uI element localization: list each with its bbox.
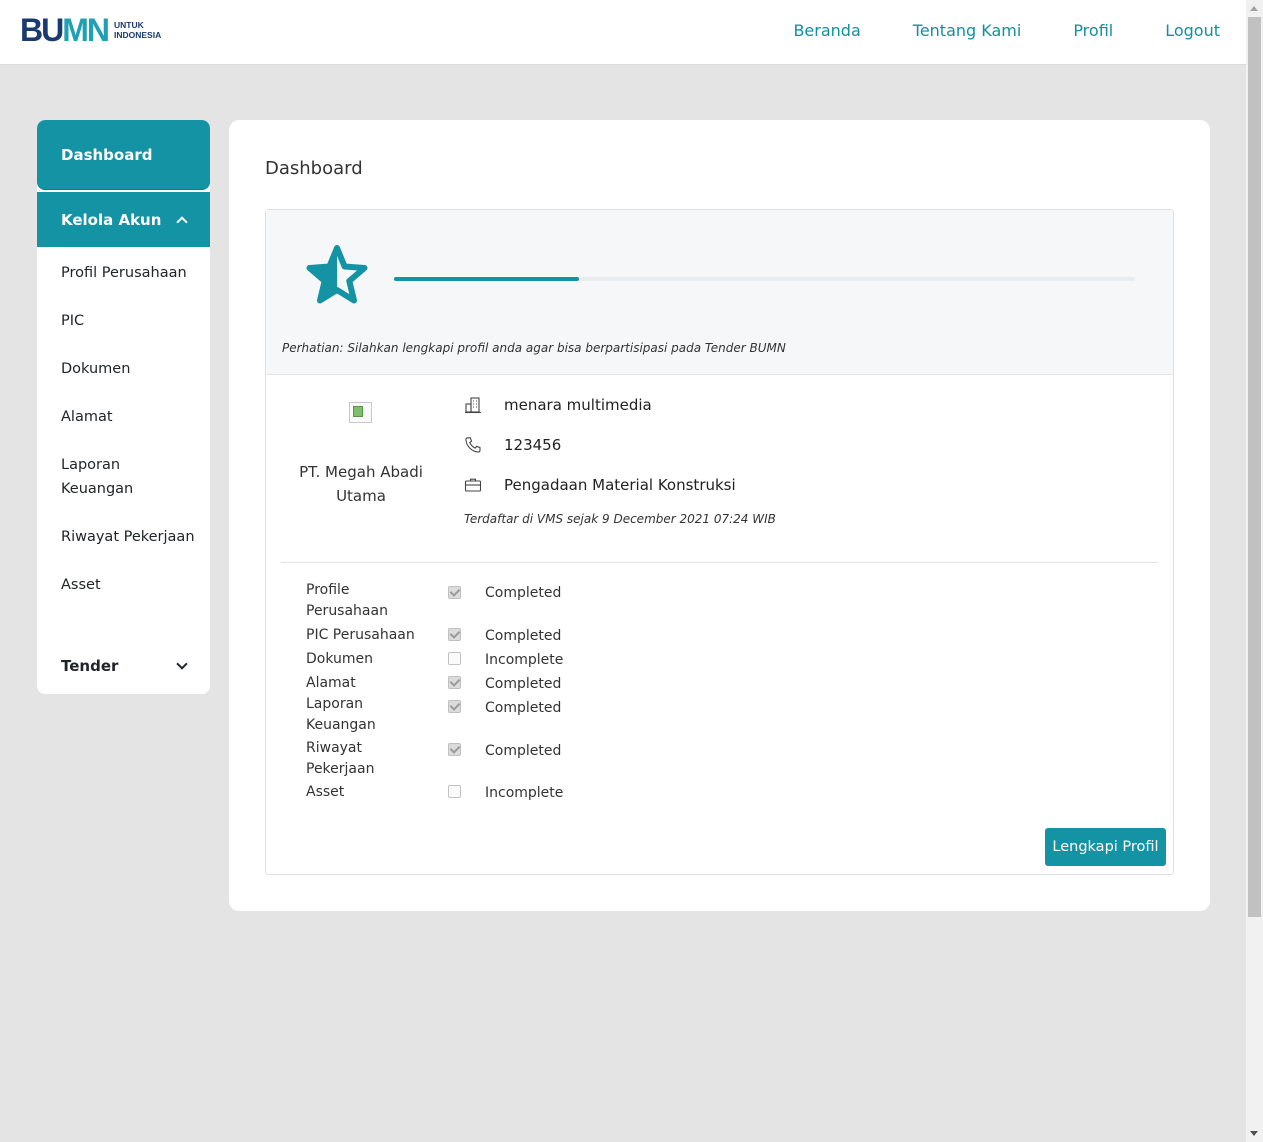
sidebar-item-riwayat-pekerjaan[interactable]: Riwayat Pekerjaan: [37, 525, 210, 549]
chevron-up-icon: [176, 215, 188, 228]
sidebar-item-tender[interactable]: Tender: [37, 648, 210, 684]
status-label-pic: PIC Perusahaan: [306, 627, 415, 643]
registration-note: Terdaftar di VMS sejak 9 December 2021 0…: [464, 512, 776, 526]
scrollbar-thumb[interactable]: [1248, 17, 1261, 917]
main-nav: Beranda Tentang Kami Profil Logout: [741, 21, 1220, 41]
nav-tentang-kami[interactable]: Tentang Kami: [913, 21, 1022, 41]
sidebar-submenu: Profil Perusahaan PIC Dokumen Alamat Lap…: [37, 247, 210, 597]
status-label-laporan: Laporan Keuangan: [306, 696, 376, 733]
profile-notice: Perhatian: Silahkan lengkapi profil anda…: [282, 341, 786, 355]
company-name: PT. Megah Abadi Utama: [299, 463, 423, 505]
logo-letters-mn: MN: [62, 12, 110, 48]
status-checkbox-alamat: [448, 676, 461, 689]
profile-progress-section: Perhatian: Silahkan lengkapi profil anda…: [266, 210, 1173, 375]
status-label-alamat: Alamat: [306, 675, 356, 691]
logo-line-2: INDONESIA: [113, 30, 162, 40]
sidebar-tender-label: Tender: [61, 657, 119, 675]
phone-icon: [465, 437, 481, 453]
lengkapi-profil-button[interactable]: Lengkapi Profil: [1045, 828, 1166, 866]
status-value-profile: Completed: [485, 585, 562, 601]
nav-beranda[interactable]: Beranda: [793, 21, 860, 41]
logo-line-1: UNTUK: [113, 20, 144, 30]
info-phone: 123456: [464, 436, 561, 454]
scroll-up-icon[interactable]: [1250, 6, 1258, 11]
status-checkbox-pic: [448, 628, 461, 641]
status-value-pic: Completed: [485, 628, 562, 644]
page-title: Dashboard: [265, 158, 363, 179]
status-checkbox-dokumen: [448, 652, 461, 665]
sidebar-item-asset[interactable]: Asset: [37, 573, 210, 597]
status-checkbox-laporan: [448, 700, 461, 713]
status-value-dokumen: Incomplete: [485, 652, 564, 668]
page-scrollbar[interactable]: [1246, 0, 1263, 1142]
company-category: Pengadaan Material Konstruksi: [504, 476, 736, 494]
top-navbar: B U MN UNTUK INDONESIA Beranda Tentang Kam…: [0, 0, 1246, 65]
company-logo-image: [349, 402, 372, 423]
status-value-asset: Incomplete: [485, 785, 564, 801]
status-value-laporan: Completed: [485, 700, 562, 716]
sidebar-item-laporan-keuangan[interactable]: Laporan Keuangan: [37, 453, 210, 501]
bumn-logo[interactable]: B U MN UNTUK INDONESIA: [20, 12, 161, 48]
status-label-dokumen: Dokumen: [306, 651, 374, 667]
star-icon: [306, 245, 368, 304]
divider: [281, 562, 1158, 563]
company-phone: 123456: [504, 436, 562, 454]
chevron-down-icon: [176, 658, 188, 670]
sidebar-item-profil-perusahaan[interactable]: Profil Perusahaan: [37, 261, 210, 285]
status-checkbox-riwayat: [448, 743, 461, 756]
status-value-alamat: Completed: [485, 676, 562, 692]
scroll-down-icon[interactable]: [1250, 1131, 1258, 1136]
info-category: Pengadaan Material Konstruksi: [464, 476, 736, 494]
nav-profil[interactable]: Profil: [1073, 21, 1113, 41]
sidebar-item-pic[interactable]: PIC: [37, 309, 210, 333]
status-value-riwayat: Completed: [485, 743, 562, 759]
logo-text: UNTUK INDONESIA: [114, 20, 161, 40]
profile-progress-fill: [394, 277, 580, 281]
status-label-asset: Asset: [306, 784, 345, 800]
profile-card: Perhatian: Silahkan lengkapi profil anda…: [265, 209, 1174, 875]
status-checkbox-asset: [448, 785, 461, 798]
main-panel: Dashboard Perhatian: Silahkan lengkapi p…: [229, 120, 1210, 911]
status-label-riwayat: Riwayat Pekerjaan: [306, 740, 375, 777]
sidebar-kelola-akun-label: Kelola Akun: [61, 210, 162, 229]
briefcase-icon: [464, 478, 482, 492]
profile-progress-bar: [394, 277, 1135, 281]
company-building: menara multimedia: [504, 396, 652, 414]
logo-letter-b: B: [20, 12, 43, 48]
logo-mark: B U MN: [20, 12, 110, 48]
sidebar-item-alamat[interactable]: Alamat: [37, 405, 210, 429]
sidebar-item-kelola-akun[interactable]: Kelola Akun: [37, 192, 210, 247]
building-icon: [465, 397, 481, 414]
sidebar-item-dokumen[interactable]: Dokumen: [37, 357, 210, 381]
status-label-profile: Profile Perusahaan: [306, 582, 388, 619]
nav-logout[interactable]: Logout: [1165, 21, 1220, 41]
info-building: menara multimedia: [464, 396, 652, 414]
logo-letter-u: U: [41, 12, 64, 48]
sidebar-item-dashboard[interactable]: Dashboard: [37, 120, 210, 190]
sidebar: Dashboard Kelola Akun Profil Perusahaan …: [37, 120, 210, 694]
status-checkbox-profile: [448, 586, 461, 599]
